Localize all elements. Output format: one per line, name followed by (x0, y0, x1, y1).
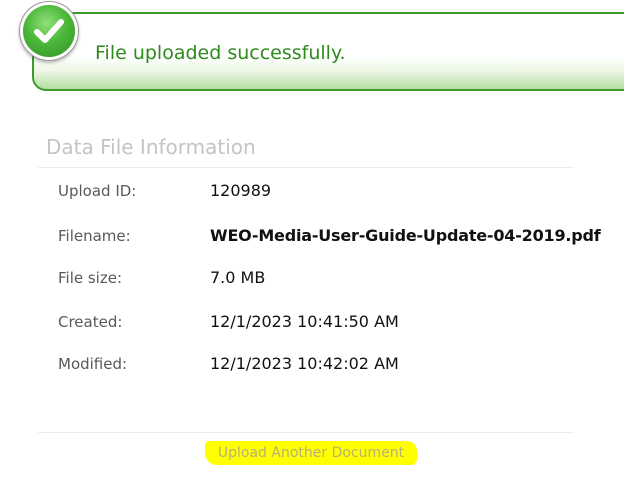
info-row-modified: Modified: 12/1/2023 10:42:02 AM (0, 354, 624, 379)
created-label: Created: (58, 313, 123, 331)
section-divider (38, 167, 574, 168)
filename-value: WEO-Media-User-Guide-Update-04-2019.pdf (210, 226, 601, 245)
info-row-filename: Filename: WEO-Media-User-Guide-Update-04… (0, 226, 624, 251)
upload-another-document-link[interactable]: Upload Another Document (205, 441, 417, 465)
created-value: 12/1/2023 10:41:50 AM (210, 312, 399, 331)
modified-label: Modified: (58, 355, 128, 373)
footer-divider (38, 432, 574, 433)
upload-result-page: File uploaded successfully. Data File In… (0, 0, 624, 478)
file-size-label: File size: (58, 269, 123, 287)
info-row-upload-id: Upload ID: 120989 (0, 181, 624, 206)
success-message: File uploaded successfully. (95, 42, 346, 64)
info-row-file-size: File size: 7.0 MB (0, 268, 624, 293)
file-size-value: 7.0 MB (210, 268, 266, 287)
info-row-created: Created: 12/1/2023 10:41:50 AM (0, 312, 624, 337)
section-title: Data File Information (46, 135, 256, 159)
upload-id-value: 120989 (210, 181, 272, 200)
checkmark-icon (23, 5, 75, 57)
upload-id-label: Upload ID: (58, 182, 137, 200)
filename-label: Filename: (58, 227, 131, 245)
modified-value: 12/1/2023 10:42:02 AM (210, 354, 399, 373)
